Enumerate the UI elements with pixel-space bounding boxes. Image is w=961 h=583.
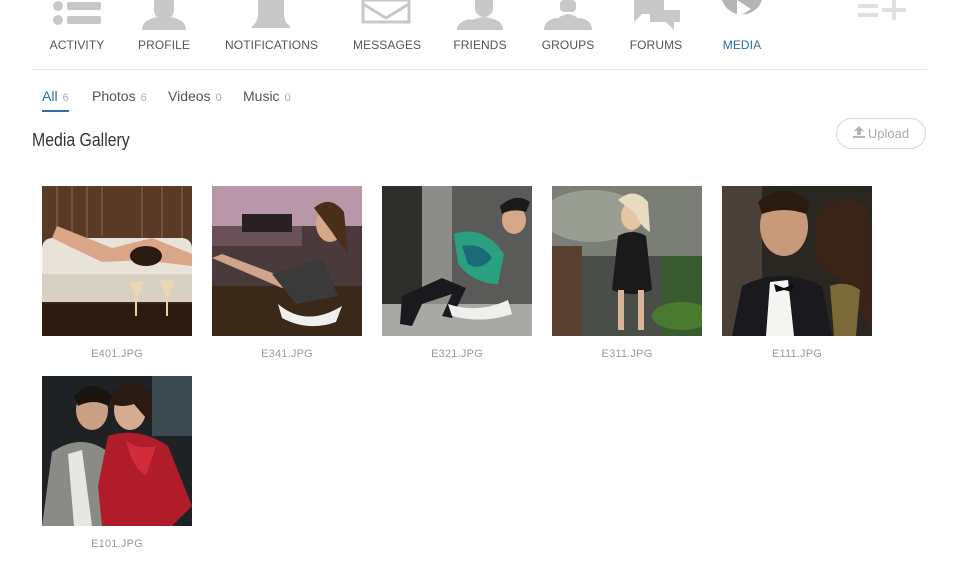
nav-activity[interactable]: ACTIVITY	[46, 0, 108, 60]
upload-label: Upload	[867, 126, 910, 141]
media-thumbnail[interactable]	[382, 186, 532, 336]
media-item[interactable]: E311.JPG	[552, 186, 702, 360]
tab-videos[interactable]: Videos 0	[168, 88, 222, 112]
media-item[interactable]: E401.JPG	[42, 186, 192, 360]
nav-divider	[32, 69, 927, 70]
friends-icon	[455, 0, 505, 35]
nav-forums[interactable]: FORUMS	[628, 0, 684, 60]
profile-user-icon	[140, 0, 188, 35]
media-thumbnail[interactable]	[212, 186, 362, 336]
upload-icon	[852, 126, 865, 141]
page-title: Media Gallery	[32, 130, 130, 150]
add-list-icon	[856, 0, 908, 27]
tab-music-count: 0	[284, 92, 291, 104]
media-filename: E111.JPG	[771, 348, 823, 360]
media-item[interactable]: E101.JPG	[42, 376, 192, 550]
media-filename: E341.JPG	[261, 348, 313, 360]
envelope-icon	[361, 0, 411, 29]
nav-groups-label: GROUPS	[541, 38, 595, 52]
media-filename: E101.JPG	[91, 538, 143, 550]
media-item[interactable]: E321.JPG	[382, 186, 532, 360]
tab-music-label: Music	[243, 88, 280, 104]
nav-notifications-label: NOTIFICATIONS	[225, 38, 319, 52]
activity-list-icon	[51, 0, 103, 33]
nav-media-label: MEDIA	[722, 38, 762, 52]
tab-videos-label: Videos	[168, 88, 211, 104]
media-filename: E321.JPG	[431, 348, 483, 360]
bell-icon	[248, 0, 294, 37]
profile-navigation: ACTIVITY PROFILE NOTIFICATIONS MESSAGES	[0, 0, 961, 70]
nav-media[interactable]: MEDIA	[718, 0, 766, 60]
nav-forums-label: FORUMS	[629, 38, 683, 52]
groups-icon	[542, 0, 594, 35]
nav-activity-label: ACTIVITY	[49, 38, 105, 52]
tab-all[interactable]: All 6	[42, 88, 69, 112]
play-circle-icon	[720, 0, 764, 35]
media-item[interactable]: E111.JPG	[722, 186, 872, 360]
tab-photos-count: 6	[140, 92, 147, 104]
media-thumbnail[interactable]	[722, 186, 872, 336]
tab-photos-label: Photos	[92, 88, 136, 104]
media-item[interactable]: E341.JPG	[212, 186, 362, 360]
tab-photos[interactable]: Photos 6	[92, 88, 147, 112]
nav-messages[interactable]: MESSAGES	[353, 0, 422, 60]
nav-friends[interactable]: FRIENDS	[452, 0, 508, 60]
nav-more[interactable]	[854, 0, 910, 60]
tab-all-count: 6	[62, 92, 69, 104]
media-thumbnail[interactable]	[42, 376, 192, 526]
upload-button[interactable]: Upload	[836, 118, 926, 149]
nav-friends-label: FRIENDS	[453, 38, 507, 52]
media-filename: E311.JPG	[601, 348, 653, 360]
tab-videos-count: 0	[215, 92, 222, 104]
nav-notifications[interactable]: NOTIFICATIONS	[225, 0, 319, 60]
nav-profile[interactable]: PROFILE	[134, 0, 194, 60]
media-filename: E401.JPG	[91, 348, 143, 360]
media-thumbnail[interactable]	[552, 186, 702, 336]
tab-all-label: All	[42, 88, 58, 104]
nav-profile-label: PROFILE	[137, 38, 191, 52]
forum-bubbles-icon	[630, 0, 682, 35]
media-thumbnail[interactable]	[42, 186, 192, 336]
nav-messages-label: MESSAGES	[353, 38, 422, 52]
tab-music[interactable]: Music 0	[243, 88, 291, 112]
nav-groups[interactable]: GROUPS	[540, 0, 596, 60]
